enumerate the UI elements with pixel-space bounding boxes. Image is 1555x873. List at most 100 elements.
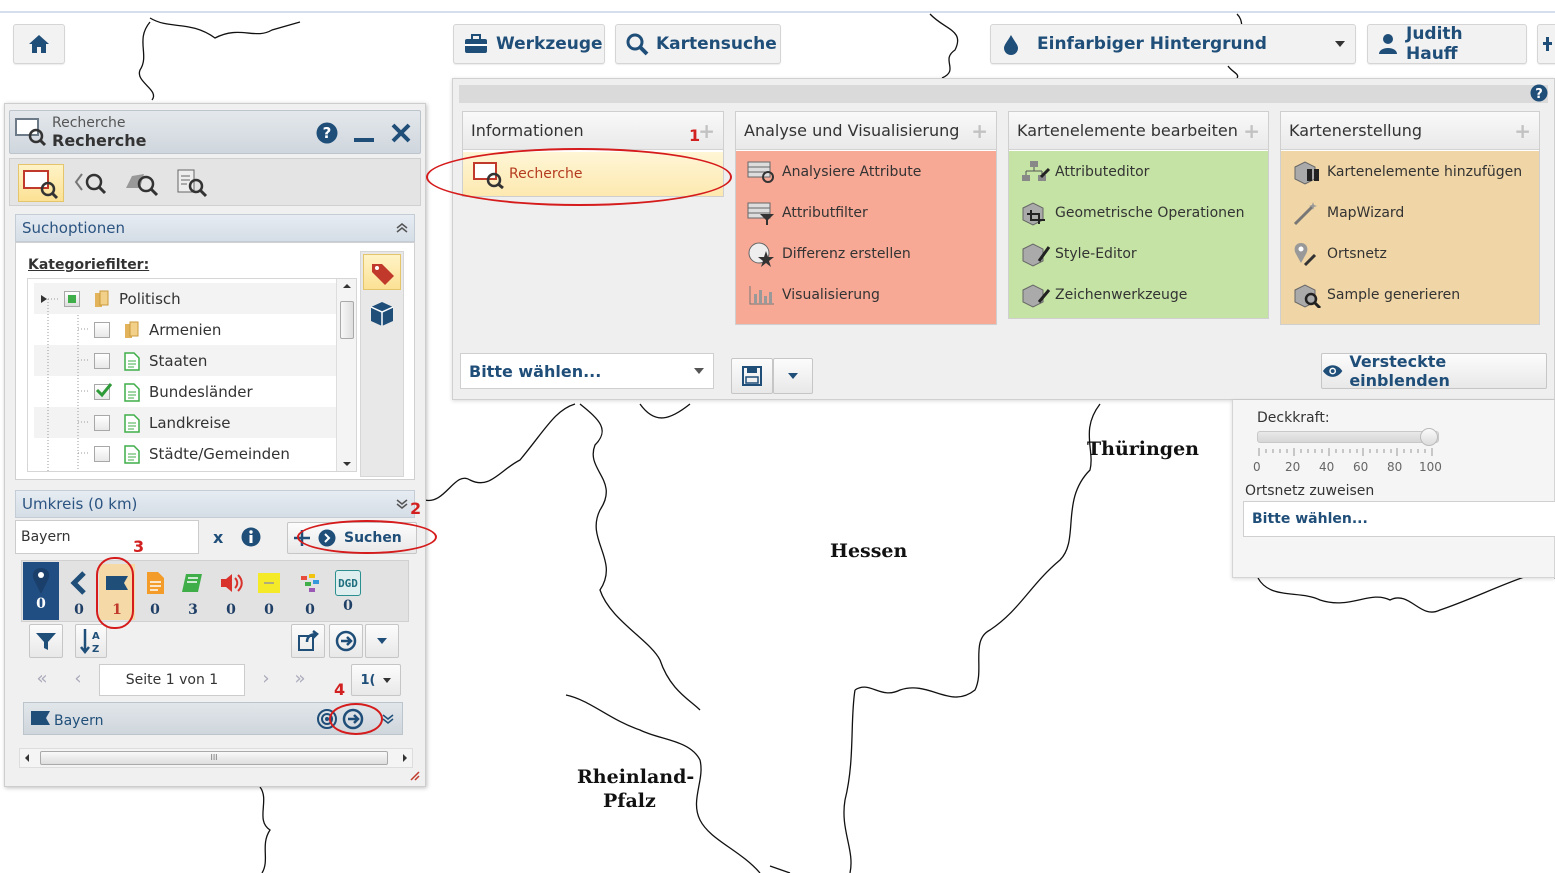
tree-item-landkreise[interactable]: Landkreise — [94, 407, 356, 438]
document-search-icon — [177, 169, 208, 198]
cube-filter-button[interactable] — [363, 296, 401, 332]
save-menu-button[interactable] — [773, 358, 813, 394]
ortsnetz-select[interactable]: Bitte wählen... — [1243, 501, 1555, 537]
prev-page-button[interactable]: ‹ — [63, 664, 93, 694]
filter-button[interactable] — [29, 624, 63, 658]
plus-icon: + — [971, 118, 988, 143]
result-cat-dgd[interactable]: DGD 0 — [330, 564, 366, 620]
mode-tab-umkreis[interactable] — [72, 164, 114, 202]
next-page-button[interactable]: › — [251, 664, 281, 694]
ortsnetz-label: Ortsnetz zuweisen — [1245, 483, 1375, 499]
annotation-ellipse-goto — [329, 703, 383, 735]
recherche-panel-header[interactable]: Recherche Recherche ? — [9, 110, 421, 154]
tree-scrollbar[interactable] — [336, 279, 356, 471]
werkzeuge-panel: ? Informationen + Recherche Analyse und V… — [452, 78, 1555, 400]
help-button[interactable]: ? — [310, 118, 344, 148]
tag-filter-button[interactable] — [363, 254, 401, 290]
result-cat-pin[interactable]: 0 — [23, 562, 59, 620]
folder-icon — [125, 321, 139, 338]
tool-analysiere-attribute[interactable]: Analysiere Attribute — [736, 151, 996, 192]
sort-button[interactable]: AZ — [75, 624, 107, 658]
goto-button[interactable] — [329, 624, 363, 658]
document-icon — [124, 382, 140, 402]
tool-mapwizard[interactable]: MapWizard — [1281, 192, 1539, 233]
tool-style-editor[interactable]: Style-Editor — [1009, 233, 1268, 274]
search-input[interactable]: Bayern — [15, 520, 199, 554]
floppy-icon — [742, 366, 762, 386]
home-button[interactable] — [13, 24, 65, 64]
tool-kartenelemente-hinzufuegen[interactable]: Kartenelemente hinzufügen — [1281, 151, 1539, 192]
last-page-button[interactable]: » — [285, 664, 315, 694]
tree-item-bundeslaender[interactable]: Bundesländer — [94, 376, 356, 407]
bar-chart-icon — [746, 282, 778, 308]
close-button[interactable] — [384, 118, 418, 148]
checkbox-checked[interactable] — [94, 382, 113, 400]
tool-set-select[interactable]: Bitte wählen... — [460, 353, 714, 389]
result-cat-mosaic[interactable]: 0 — [292, 564, 328, 620]
more-actions-button[interactable] — [365, 624, 399, 658]
mode-tab-flaeche[interactable] — [122, 164, 164, 202]
scroll-thumb[interactable]: III — [40, 751, 388, 765]
share-button[interactable] — [291, 624, 325, 658]
cube-crop-icon — [1019, 200, 1051, 226]
deckkraft-slider[interactable] — [1257, 428, 1439, 446]
umkreis-header[interactable]: Umkreis (0 km) — [15, 490, 415, 518]
result-cat-back[interactable]: 0 — [61, 564, 97, 620]
column-header-kartenerstellung[interactable]: Kartenerstellung + — [1281, 112, 1539, 150]
cube-brush-icon — [1019, 241, 1051, 267]
help-icon[interactable]: ? — [1530, 84, 1548, 102]
tree-label: Landkreise — [149, 413, 231, 432]
tool-attributeditor[interactable]: Attributeditor — [1009, 151, 1268, 192]
column-header-informationen[interactable]: Informationen + — [463, 112, 723, 150]
mode-tab-dokument[interactable] — [172, 164, 214, 202]
slider-thumb[interactable] — [1420, 428, 1438, 446]
difference-icon — [746, 241, 778, 267]
werkzeuge-button[interactable]: Werkzeuge — [453, 24, 605, 64]
water-drop-icon — [1004, 35, 1018, 55]
background-select[interactable]: Einfarbiger Hintergrund — [990, 24, 1356, 64]
tree-item-politisch[interactable]: Politisch — [64, 283, 356, 314]
checkbox[interactable] — [94, 414, 110, 431]
document-icon — [124, 444, 140, 464]
checkbox[interactable] — [94, 352, 110, 369]
tree-item-staaten[interactable]: Staaten — [94, 345, 356, 376]
scroll-thumb[interactable] — [340, 301, 354, 339]
tree-item-staedte[interactable]: Städte/Gemeinden — [94, 438, 356, 469]
mode-tabs — [9, 158, 421, 206]
tool-sample-generieren[interactable]: Sample generieren — [1281, 274, 1539, 315]
tool-visualisierung[interactable]: Visualisierung — [736, 274, 996, 315]
suchoptionen-header[interactable]: Suchoptionen — [15, 214, 415, 242]
result-cat-document[interactable]: 0 — [137, 564, 173, 620]
checkbox[interactable] — [94, 321, 110, 338]
column-header-kartenelemente[interactable]: Kartenelemente bearbeiten + — [1009, 112, 1268, 150]
mode-tab-recherche[interactable] — [18, 164, 64, 202]
share-icon — [298, 630, 319, 651]
page-size-select[interactable]: 1( — [351, 664, 401, 696]
first-page-button[interactable]: « — [27, 664, 57, 694]
resize-grip-icon[interactable] — [409, 770, 421, 782]
tool-geometrische-operationen[interactable]: Geometrische Operationen — [1009, 192, 1268, 233]
tree-item-armenien[interactable]: Armenien — [94, 314, 356, 345]
recherche-icon — [23, 170, 59, 200]
checkbox[interactable] — [94, 445, 110, 462]
column-header-analyse[interactable]: Analyse und Visualisierung + — [736, 112, 996, 150]
result-cat-audio[interactable]: 0 — [213, 564, 249, 620]
result-cat-book[interactable]: 3 — [175, 564, 211, 620]
checkbox-partial[interactable] — [64, 290, 80, 307]
kartensuche-button[interactable]: Kartensuche — [615, 24, 781, 64]
show-hidden-button[interactable]: Versteckte einblenden — [1321, 352, 1547, 390]
tool-differenz-erstellen[interactable]: Differenz erstellen — [736, 233, 996, 274]
result-cat-note[interactable]: 0 — [251, 564, 287, 620]
clear-search-button[interactable]: x — [213, 528, 223, 547]
minimize-button[interactable] — [348, 118, 382, 148]
expand-down-icon[interactable] — [382, 714, 394, 724]
horizontal-scrollbar[interactable]: III — [19, 748, 413, 768]
info-icon[interactable] — [241, 527, 261, 547]
tool-attributfilter[interactable]: Attributfilter — [736, 192, 996, 233]
expand-down-icon — [396, 499, 408, 509]
more-button[interactable] — [1537, 24, 1555, 64]
tool-ortsnetz[interactable]: Ortsnetz — [1281, 233, 1539, 274]
user-button[interactable]: Judith Hauff — [1367, 24, 1527, 64]
tool-zeichenwerkzeuge[interactable]: Zeichenwerkzeuge — [1009, 274, 1268, 315]
save-button[interactable] — [731, 358, 773, 394]
